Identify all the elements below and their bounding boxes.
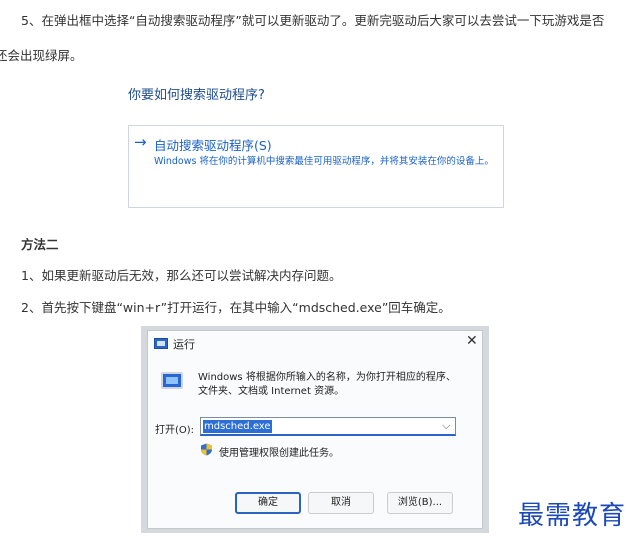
- run-app-icon: [161, 372, 183, 389]
- run-dialog-title: 运行: [173, 338, 195, 351]
- run-description-line1: Windows 将根据你所输入的名称，为你打开相应的程序、: [198, 372, 456, 383]
- open-input[interactable]: mdsched.exe ⌵: [200, 417, 456, 436]
- admin-privileges-note: 使用管理权限创建此任务。: [219, 448, 339, 459]
- ok-button[interactable]: 确定: [235, 492, 301, 514]
- run-window-icon: [154, 338, 168, 349]
- step5-text-line2: 还会出现绿屏。: [0, 48, 83, 63]
- auto-search-driver-option[interactable]: → 自动搜索驱动程序(S) Windows 将在你的计算机中搜索最佳可用驱动程序…: [128, 125, 504, 208]
- shield-icon: [201, 443, 212, 456]
- arrow-right-icon: →: [134, 133, 147, 151]
- run-dialog-frame: 运行 ✕ Windows 将根据你所输入的名称，为你打开相应的程序、 文件夹、文…: [141, 326, 489, 533]
- chevron-down-icon[interactable]: ⌵: [442, 419, 450, 433]
- open-input-value: mdsched.exe: [203, 420, 272, 433]
- driver-dialog-heading: 你要如何搜索驱动程序?: [128, 88, 265, 103]
- cancel-button[interactable]: 取消: [308, 492, 374, 514]
- run-description-line2: 文件夹、文档或 Internet 资源。: [198, 386, 345, 397]
- auto-search-driver-label: 自动搜索驱动程序(S): [154, 138, 272, 153]
- method2-step2-text: 2、首先按下键盘“win+r”打开运行，在其中输入“mdsched.exe”回车…: [21, 300, 451, 315]
- auto-search-driver-description: Windows 将在你的计算机中搜索最佳可用驱动程序，并将其安装在你的设备上。: [154, 156, 494, 167]
- watermark-logo: 最需教育: [518, 501, 627, 531]
- method2-heading: 方法二: [21, 237, 59, 252]
- browse-button[interactable]: 浏览(B)...: [387, 492, 453, 514]
- run-dialog-description: Windows 将根据你所输入的名称，为你打开相应的程序、 文件夹、文档或 In…: [198, 371, 456, 399]
- close-icon[interactable]: ✕: [466, 333, 478, 349]
- run-dialog: 运行 ✕ Windows 将根据你所输入的名称，为你打开相应的程序、 文件夹、文…: [147, 330, 483, 529]
- open-field-label: 打开(O):: [155, 425, 195, 436]
- step5-text-line1: 5、在弹出框中选择“自动搜索驱动程序”就可以更新驱动了。更新完驱动后大家可以去尝…: [21, 13, 605, 28]
- method2-step1-text: 1、如果更新驱动后无效，那么还可以尝试解决内存问题。: [21, 268, 342, 283]
